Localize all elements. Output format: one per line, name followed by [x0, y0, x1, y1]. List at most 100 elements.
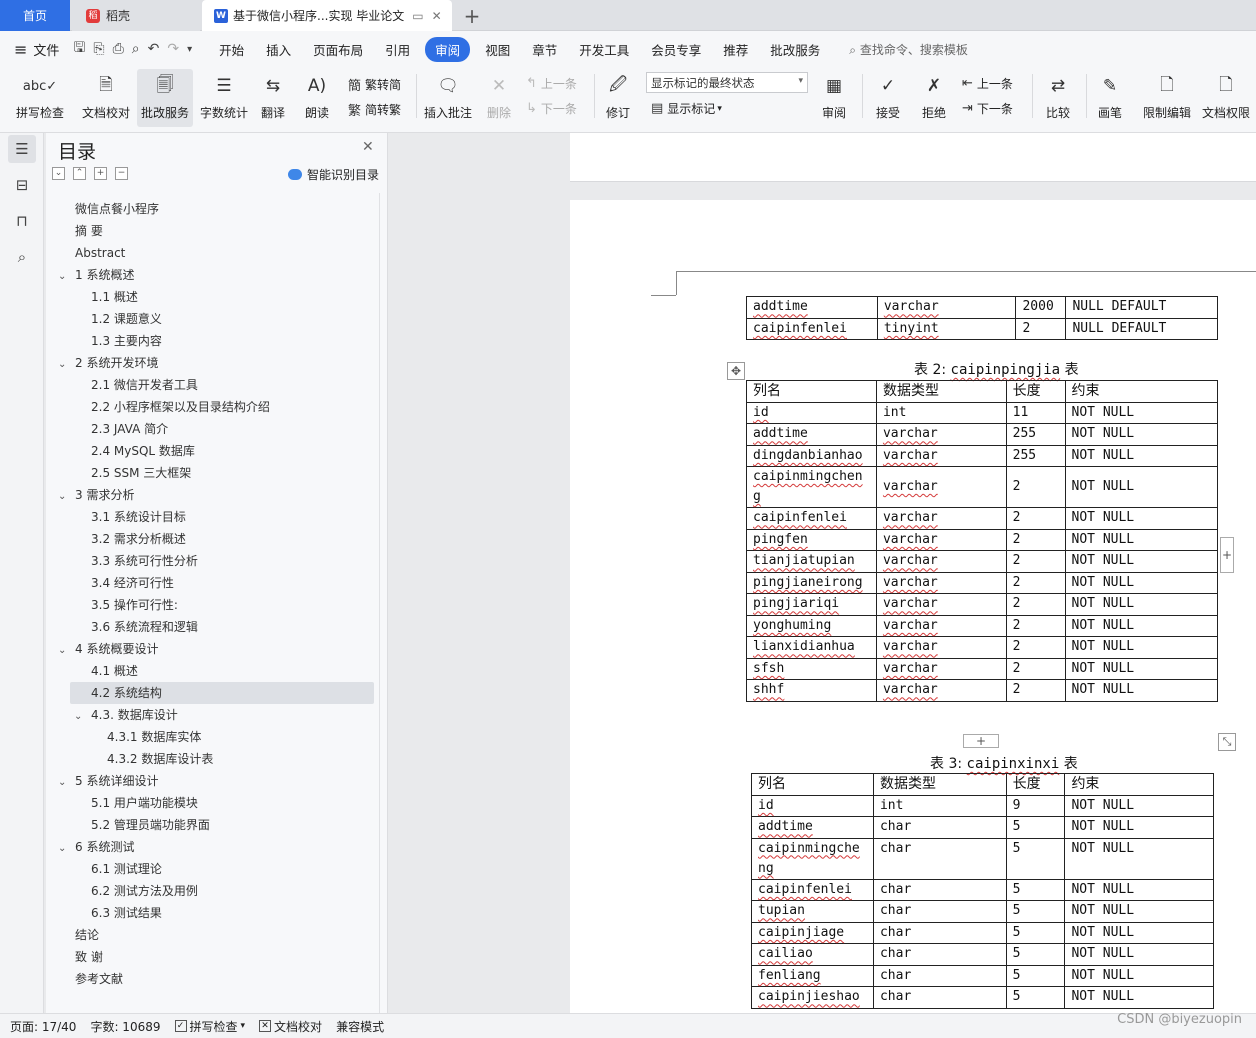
table-cell[interactable]: 2 — [1005, 679, 1066, 702]
add-level-icon[interactable]: + — [94, 167, 107, 180]
read-aloud-button[interactable]: A) 朗读 — [297, 69, 337, 127]
table-cell[interactable]: NOT NULL — [1064, 986, 1214, 1009]
toc-item[interactable]: 1.2 课题意义 — [91, 309, 162, 329]
add-row-button[interactable]: + — [963, 734, 999, 748]
table-cell[interactable]: 2 — [1005, 528, 1066, 551]
table-cell[interactable]: NOT NULL — [1064, 507, 1219, 530]
show-markup-button[interactable]: ▤ 显示标记 ▾ — [651, 100, 722, 117]
table-move-icon[interactable]: ✥ — [727, 362, 745, 380]
table-cell[interactable]: NOT NULL — [1064, 657, 1219, 680]
table-cell[interactable]: 255 — [1005, 423, 1066, 446]
table-cell[interactable]: varchar — [875, 593, 1007, 616]
table-cell[interactable]: tinyint — [876, 317, 1017, 340]
table-cell[interactable]: char — [872, 964, 1007, 987]
table-cell[interactable]: caipinfenlei — [751, 878, 874, 901]
table-cell[interactable]: NOT NULL — [1064, 614, 1219, 637]
next-comment-button[interactable]: ↳ 下一条 — [526, 100, 577, 117]
toc-item[interactable]: ⌄ 6 系统测试 — [58, 837, 134, 857]
table-cell[interactable]: varchar — [875, 550, 1007, 573]
toc-item[interactable]: 致 谢 — [75, 947, 103, 967]
table-cell[interactable]: NOT NULL — [1064, 571, 1219, 594]
table-cell[interactable]: 2 — [1005, 466, 1066, 508]
table-cell[interactable]: pingfen — [746, 528, 877, 551]
file-menu[interactable]: ≡ 文件 — [14, 40, 59, 59]
table-cell[interactable]: NOT NULL — [1064, 528, 1219, 551]
bookmark-icon[interactable]: ⊓ — [8, 207, 36, 235]
menu-member[interactable]: 会员专享 — [651, 37, 701, 62]
table-cell[interactable]: 2 — [1015, 317, 1067, 340]
menu-insert[interactable]: 插入 — [266, 37, 291, 62]
new-tab-button[interactable]: + — [458, 0, 486, 31]
table-header-cell[interactable]: 约束 — [1064, 380, 1219, 403]
table-cell[interactable]: varchar — [875, 571, 1007, 594]
collapse-all-icon[interactable]: ⌄ — [52, 167, 65, 180]
toc-item[interactable]: ⌄ 5 系统详细设计 — [58, 771, 158, 791]
tab-daoke[interactable]: 稻 稻壳 — [72, 0, 200, 31]
prev-comment-button[interactable]: ↰ 上一条 — [526, 75, 577, 92]
table-cell[interactable]: NOT NULL — [1064, 593, 1219, 616]
table-cell[interactable]: 9 — [1005, 794, 1066, 817]
table-cell[interactable]: yonghuming — [746, 614, 877, 637]
proofread-status[interactable]: ✕ 文档校对 — [259, 1018, 322, 1035]
table-cell[interactable]: 2 — [1005, 507, 1066, 530]
table-cell[interactable]: NOT NULL — [1064, 401, 1219, 424]
table-cell[interactable]: char — [872, 816, 1007, 839]
toc-item[interactable]: ⌄ 1 系统概述 — [58, 265, 134, 285]
remove-level-icon[interactable]: − — [115, 167, 128, 180]
translate-button[interactable]: ⇆ 翻译 — [253, 69, 293, 127]
table-cell[interactable]: NOT NULL — [1064, 878, 1214, 901]
accept-button[interactable]: ✓ 接受 — [868, 69, 908, 127]
table-cell[interactable]: NULL DEFAULT — [1065, 317, 1218, 340]
toc-item[interactable]: ⌄ 3 需求分析 — [58, 485, 134, 505]
menu-correction[interactable]: 批改服务 — [770, 37, 820, 62]
toc-item[interactable]: 2.2 小程序框架以及目录结构介绍 — [91, 397, 270, 417]
spell-check-button[interactable]: abc✓ 拼写检查 — [8, 69, 72, 127]
close-icon[interactable]: ✕ — [362, 139, 374, 155]
tab-document[interactable]: W 基于微信小程序...实现 毕业论文 ▭ ✕ — [202, 0, 452, 31]
menu-references[interactable]: 引用 — [385, 37, 410, 62]
table-cell[interactable]: sfsh — [746, 657, 877, 680]
table-cell[interactable]: NOT NULL — [1064, 943, 1214, 966]
correction-service-button[interactable]: 🗐 批改服务 — [137, 69, 193, 127]
spell-check-status[interactable]: ✓ 拼写检查 ▾ — [174, 1018, 245, 1035]
table-cell[interactable]: varchar — [876, 296, 1017, 319]
table-cell[interactable]: 2 — [1005, 571, 1066, 594]
table-cell[interactable]: NOT NULL — [1064, 466, 1219, 508]
table-cell[interactable]: 2 — [1005, 550, 1066, 573]
table-cell[interactable]: shhf — [746, 679, 877, 702]
table-cell[interactable]: caipinmingchen g — [746, 466, 877, 508]
toc-item[interactable]: 4.2 系统结构 — [91, 683, 162, 703]
table-cell[interactable]: id — [751, 794, 874, 817]
menu-view[interactable]: 视图 — [485, 37, 510, 62]
track-changes-button[interactable]: 🖉 修订 — [598, 69, 638, 127]
table-cell[interactable]: addtime — [746, 423, 877, 446]
table-cell[interactable]: NULL DEFAULT — [1065, 296, 1218, 319]
table-header-cell[interactable]: 列名 — [751, 773, 874, 796]
table-cell[interactable]: char — [872, 900, 1007, 923]
doc-permission-button[interactable]: 🗋 文档权限 — [1198, 69, 1254, 127]
toc-item[interactable]: Abstract — [75, 243, 125, 263]
toc-item[interactable]: 6.3 测试结果 — [91, 903, 162, 923]
table-cell[interactable]: char — [872, 921, 1007, 944]
more-dropdown-icon[interactable]: ▾ — [187, 44, 192, 55]
table-cell[interactable]: 5 — [1005, 900, 1066, 923]
chevron-down-icon[interactable]: ⌄ — [58, 839, 70, 859]
table-cell[interactable]: 5 — [1005, 837, 1066, 880]
save-icon[interactable]: 🖫 — [73, 37, 85, 61]
table-header-cell[interactable]: 数据类型 — [875, 380, 1007, 403]
table-cell[interactable]: caipinmingche ng — [751, 837, 874, 880]
table-cell[interactable]: fenliang — [751, 964, 874, 987]
table-cell[interactable]: tupian — [751, 900, 874, 923]
export-icon[interactable]: ⎘ — [93, 41, 104, 57]
toc-item[interactable]: 2.4 MySQL 数据库 — [91, 441, 195, 461]
table-cell[interactable]: caipinjieshao — [751, 986, 874, 1009]
review-pane-button[interactable]: ▦ 审阅 — [814, 69, 854, 127]
toc-item[interactable]: ⌄ 4 系统概要设计 — [58, 639, 158, 659]
toc-item[interactable]: 3.5 操作可行性: — [91, 595, 178, 615]
structure-icon[interactable]: ⊟ — [8, 171, 36, 199]
table-cell[interactable]: 255 — [1005, 444, 1066, 467]
toc-icon[interactable]: ☰ — [8, 135, 36, 163]
table-cell[interactable]: caipinfenlei — [746, 507, 877, 530]
toc-item[interactable]: 结论 — [75, 925, 99, 945]
tab-home[interactable]: 首页 — [0, 0, 70, 31]
